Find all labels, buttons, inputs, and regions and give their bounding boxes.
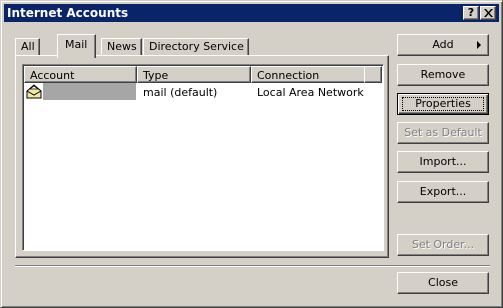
accounts-list[interactable]: Account Type Connection mail (default) L… bbox=[22, 64, 384, 251]
tab-all[interactable]: All bbox=[15, 38, 40, 56]
table-row[interactable] bbox=[43, 83, 136, 100]
import-button[interactable]: Import... bbox=[397, 151, 489, 173]
set-order-button[interactable]: Set Order... bbox=[397, 234, 489, 256]
window-title: Internet Accounts bbox=[7, 6, 129, 20]
close-button-label: Close bbox=[428, 276, 458, 289]
mail-account-icon bbox=[26, 84, 42, 99]
properties-button[interactable]: Properties bbox=[397, 93, 489, 115]
account-connection: Local Area Network bbox=[257, 86, 364, 99]
help-button[interactable]: ? bbox=[463, 6, 479, 20]
export-button-label: Export... bbox=[419, 185, 467, 198]
add-button[interactable]: Add bbox=[397, 34, 489, 56]
focus-rect bbox=[402, 97, 484, 111]
column-header-filler bbox=[364, 66, 382, 83]
tab-mail[interactable]: Mail bbox=[57, 34, 97, 58]
import-button-label: Import... bbox=[419, 155, 467, 168]
column-header-type[interactable]: Type bbox=[137, 66, 251, 83]
column-header-connection[interactable]: Connection bbox=[251, 66, 382, 83]
help-icon: ? bbox=[467, 6, 475, 19]
divider bbox=[15, 265, 490, 267]
set-as-default-button-label: Set as Default bbox=[404, 126, 482, 139]
tab-directory-service[interactable]: Directory Service bbox=[143, 38, 249, 56]
account-type: mail (default) bbox=[143, 86, 218, 99]
arrow-right-icon bbox=[477, 41, 481, 49]
title-bar[interactable]: Internet Accounts ? bbox=[4, 4, 499, 22]
close-icon bbox=[484, 9, 493, 17]
export-button[interactable]: Export... bbox=[397, 181, 489, 203]
close-button[interactable]: Close bbox=[397, 272, 489, 294]
remove-button-label: Remove bbox=[420, 68, 466, 81]
tab-news[interactable]: News bbox=[101, 38, 142, 56]
add-button-label: Add bbox=[432, 38, 454, 51]
set-order-button-label: Set Order... bbox=[411, 238, 475, 251]
remove-button[interactable]: Remove bbox=[397, 64, 489, 86]
close-window-button[interactable] bbox=[480, 6, 496, 20]
internet-accounts-dialog: Internet Accounts ? All News Directory S… bbox=[0, 0, 503, 308]
column-header-account[interactable]: Account bbox=[24, 66, 137, 83]
set-as-default-button[interactable]: Set as Default bbox=[397, 122, 489, 144]
